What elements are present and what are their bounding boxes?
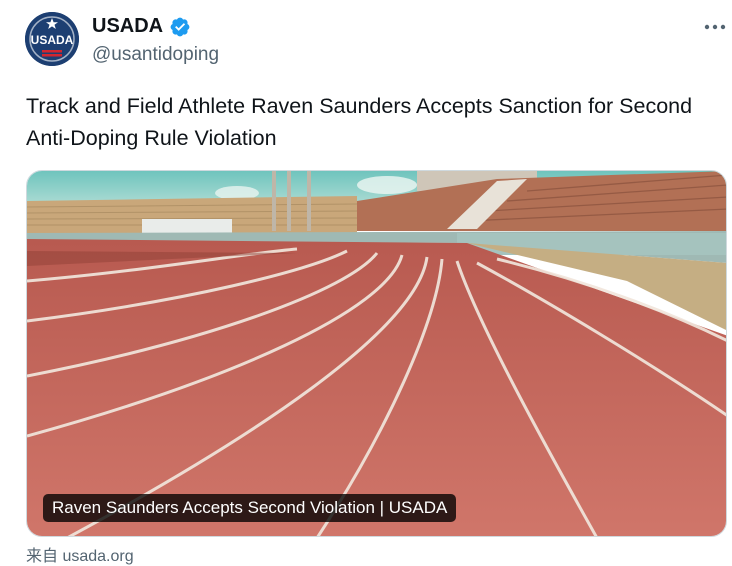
more-horizontal-icon (704, 24, 726, 30)
link-card-title: Raven Saunders Accepts Second Violation … (43, 494, 457, 522)
more-options-button[interactable] (702, 14, 728, 40)
avatar-text: USADA (31, 33, 74, 47)
tweet-text: Track and Field Athlete Raven Saunders A… (26, 94, 693, 150)
author-name-row: USADA (92, 15, 191, 38)
track-stadium-image (27, 171, 726, 536)
link-source[interactable]: 来自 usada.org (26, 542, 134, 566)
author-avatar[interactable]: USADA (25, 12, 79, 66)
link-preview-card[interactable]: Raven Saunders Accepts Second Violation … (26, 170, 727, 537)
usada-logo-icon: USADA (25, 12, 79, 66)
author-handle[interactable]: @usantidoping (92, 44, 219, 66)
author-display-name[interactable]: USADA (92, 15, 163, 38)
verified-badge-icon (170, 17, 190, 36)
